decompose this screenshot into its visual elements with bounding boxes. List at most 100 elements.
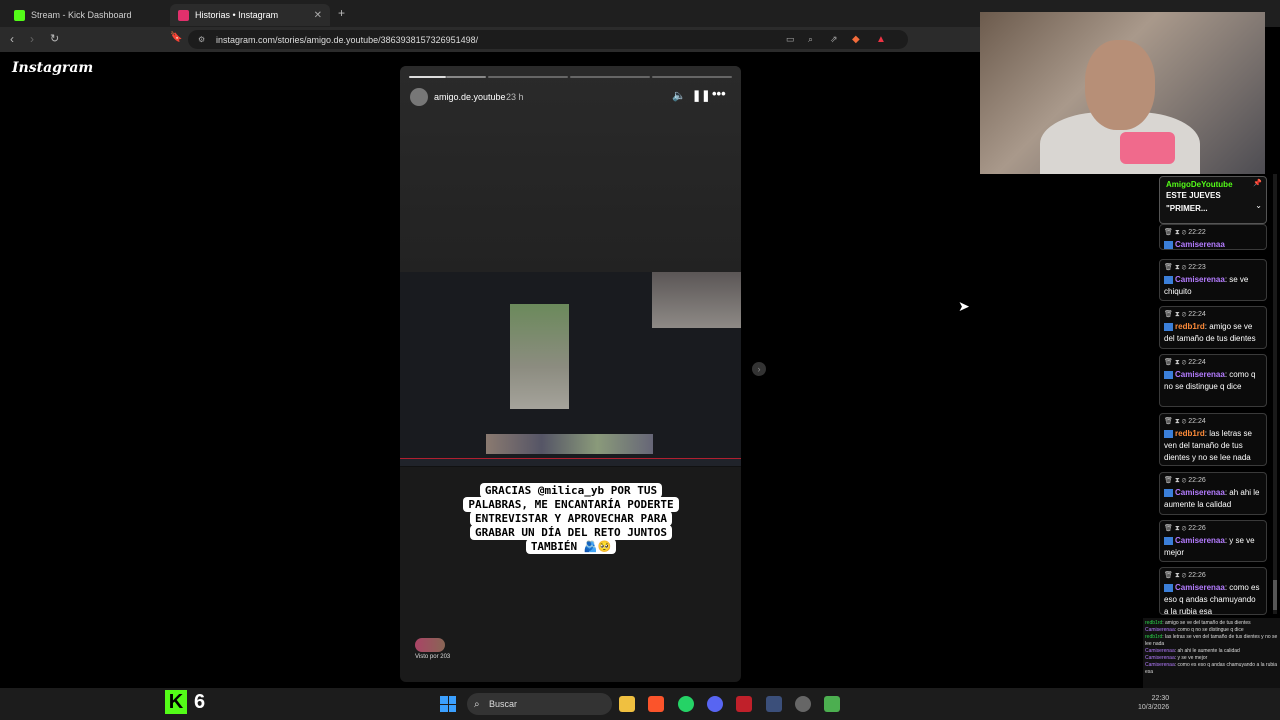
timeout-icon[interactable]: ⧗ bbox=[1175, 572, 1182, 579]
pinned-message[interactable]: AmigoDeYoutube ESTE JUEVES "PRIMER... 📌 … bbox=[1159, 176, 1267, 224]
brave-rewards-icon[interactable]: ▲ bbox=[876, 34, 886, 45]
tab-kick-dashboard[interactable]: Stream - Kick Dashboard bbox=[6, 4, 170, 26]
overlay-text: : ah ahi le aumente la calidad bbox=[1174, 648, 1240, 654]
chat-username[interactable]: redb1rd bbox=[1175, 322, 1205, 331]
timeout-icon[interactable]: ⧗ bbox=[1175, 311, 1182, 318]
chat-message[interactable]: 🗑 ⧗ ⊘ 22:23 Camiserenaa: se ve chiquito bbox=[1159, 259, 1267, 301]
close-tab-icon[interactable]: ✕ bbox=[314, 10, 322, 21]
search-icon: ⌕ bbox=[474, 698, 480, 710]
search-label: Buscar bbox=[489, 699, 518, 709]
tab-title: Stream - Kick Dashboard bbox=[31, 10, 132, 20]
site-info-icon[interactable]: ⚙ bbox=[198, 35, 205, 44]
chevron-down-icon[interactable]: ⌄ bbox=[1255, 201, 1262, 210]
chat-message-meta: 🗑 ⧗ ⊘ 22:24 bbox=[1164, 309, 1262, 321]
overlay-chat-line: Camiserenaa: ah ahi le aumente la calida… bbox=[1145, 648, 1278, 655]
chat-scrollbar[interactable] bbox=[1273, 174, 1277, 614]
address-bar[interactable]: ⚙ instagram.com/stories/amigo.de.youtube… bbox=[188, 30, 908, 49]
timeout-icon[interactable]: ⧗ bbox=[1175, 525, 1182, 532]
chat-username[interactable]: Camiserenaa bbox=[1175, 370, 1225, 379]
pinned-text: ESTE JUEVES "PRIMER... bbox=[1166, 191, 1221, 213]
avatar[interactable] bbox=[410, 88, 428, 106]
story-viewer[interactable]: amigo.de.youtube 23 h 🔈 ❚❚ ••• GRACIAS @… bbox=[400, 66, 741, 682]
delete-icon[interactable]: 🗑 bbox=[1164, 264, 1175, 271]
chat-message[interactable]: 🗑 ⧗ ⊘ 22:24 Camiserenaa: como q no se dis… bbox=[1159, 354, 1267, 407]
brave-shield-icon[interactable]: ◆ bbox=[852, 34, 860, 45]
chat-message[interactable]: 🗑 ⧗ ⊘ 22:24 redb1rd: amigo se ve del tama… bbox=[1159, 306, 1267, 349]
next-story-icon[interactable]: › bbox=[752, 362, 766, 376]
user-badge-icon bbox=[1164, 429, 1173, 438]
share-icon[interactable]: ⇗ bbox=[830, 34, 838, 45]
chat-message[interactable]: 🗑 ⧗ ⊘ 22:24 redb1rd: las letras se ven de… bbox=[1159, 413, 1267, 466]
screenshot-thumbnails bbox=[486, 434, 653, 454]
chat-message-meta: 🗑 ⧗ ⊘ 22:26 bbox=[1164, 570, 1262, 582]
chat-username[interactable]: Camiserenaa bbox=[1175, 488, 1225, 497]
timeout-icon[interactable]: ⧗ bbox=[1175, 418, 1182, 425]
story-caption: GRACIAS @milica_yb POR TUS PALABRAS, ME … bbox=[457, 483, 685, 554]
tab-instagram-stories[interactable]: Historias • Instagram ✕ bbox=[170, 4, 330, 26]
story-username[interactable]: amigo.de.youtube bbox=[434, 92, 506, 102]
chat-username[interactable]: redb1rd bbox=[1175, 429, 1205, 438]
delete-icon[interactable]: 🗑 bbox=[1164, 572, 1175, 579]
reload-icon[interactable]: ↻ bbox=[50, 32, 59, 45]
overlay-chat-line: Camiserenaa: como es eso q andas chamuya… bbox=[1145, 662, 1278, 676]
timeout-icon[interactable]: ⧗ bbox=[1175, 477, 1182, 484]
app-icon[interactable] bbox=[824, 696, 840, 712]
viewer-avatars[interactable] bbox=[415, 638, 445, 652]
chat-overlay: redb1rd: amigo se ve del tamaño de tus d… bbox=[1143, 618, 1280, 688]
chat-username[interactable]: Camiserenaa bbox=[1175, 275, 1225, 284]
instagram-page: Instagram amigo.de.youtube 23 h 🔈 ❚❚ •••… bbox=[0, 52, 1145, 688]
cast-icon[interactable]: ▭ bbox=[786, 34, 795, 45]
instagram-favicon-icon bbox=[178, 9, 189, 21]
delete-icon[interactable]: 🗑 bbox=[1164, 525, 1175, 532]
chat-message-meta: 🗑 ⧗ ⊘ 22:26 bbox=[1164, 475, 1262, 487]
windows-start-icon[interactable] bbox=[440, 696, 456, 712]
chat-message-meta: 🗑 ⧗ ⊘ 22:24 bbox=[1164, 357, 1262, 369]
chat-time: 22:26 bbox=[1188, 525, 1206, 532]
bookmark-icon[interactable]: 🔖 bbox=[170, 32, 182, 43]
screenshot-photo bbox=[510, 304, 569, 409]
new-tab-button[interactable]: + bbox=[338, 6, 345, 20]
timeout-icon[interactable]: ⧗ bbox=[1175, 264, 1182, 271]
viewers-count[interactable]: Visto por 203 bbox=[415, 654, 450, 660]
volume-icon[interactable]: 🔈 bbox=[672, 89, 686, 102]
brave-browser-icon[interactable] bbox=[648, 696, 664, 712]
whatsapp-icon[interactable] bbox=[678, 696, 694, 712]
delete-icon[interactable]: 🗑 bbox=[1164, 477, 1175, 484]
more-options-icon[interactable]: ••• bbox=[712, 86, 726, 101]
delete-icon[interactable]: 🗑 bbox=[1164, 311, 1175, 318]
taskbar-search[interactable]: ⌕ Buscar bbox=[467, 693, 612, 715]
overlay-chat-line: Camiserenaa: y se ve mejor bbox=[1145, 655, 1278, 662]
user-badge-icon bbox=[1164, 536, 1173, 545]
chat-message[interactable]: 🗑 ⧗ ⊘ 22:26 Camiserenaa: y se ve mejor bbox=[1159, 520, 1267, 562]
file-explorer-icon[interactable] bbox=[619, 696, 635, 712]
tab-title: Historias • Instagram bbox=[195, 10, 279, 20]
overlay-chat-line: redb1rd: amigo se ve del tamaño de tus d… bbox=[1145, 620, 1278, 627]
chat-message[interactable]: 🗑 ⧗ ⊘ 22:26 Camiserenaa: como es eso q an… bbox=[1159, 567, 1267, 616]
overlay-text: : las letras se ven del tamaño de tus di… bbox=[1145, 634, 1278, 647]
timeout-icon[interactable]: ⧗ bbox=[1175, 359, 1182, 366]
instagram-logo[interactable]: Instagram bbox=[12, 60, 93, 76]
chat-username[interactable]: Camiserenaa bbox=[1175, 240, 1225, 249]
system-clock[interactable]: 22:30 10/3/2026 bbox=[1138, 694, 1169, 712]
discord-icon[interactable] bbox=[707, 696, 723, 712]
zoom-icon[interactable]: ⌕ bbox=[808, 34, 813, 45]
pause-icon[interactable]: ❚❚ bbox=[692, 89, 710, 102]
app-icon[interactable] bbox=[766, 696, 782, 712]
forward-icon[interactable]: › bbox=[30, 32, 34, 46]
obs-icon[interactable] bbox=[795, 696, 811, 712]
chat-username[interactable]: Camiserenaa bbox=[1175, 536, 1225, 545]
chat-time: 22:26 bbox=[1188, 572, 1206, 579]
chat-scrollbar-thumb[interactable] bbox=[1273, 580, 1277, 610]
timeout-icon[interactable]: ⧗ bbox=[1175, 229, 1182, 236]
delete-icon[interactable]: 🗑 bbox=[1164, 418, 1175, 425]
delete-icon[interactable]: 🗑 bbox=[1164, 229, 1175, 236]
back-icon[interactable]: ‹ bbox=[10, 32, 14, 46]
delete-icon[interactable]: 🗑 bbox=[1164, 359, 1175, 366]
chat-message[interactable]: 🗑 ⧗ ⊘ 22:22 Camiserenaa bbox=[1159, 224, 1267, 250]
chat-time: 22:24 bbox=[1188, 359, 1206, 366]
overlay-username: Camiserenaa bbox=[1145, 648, 1175, 654]
chat-username[interactable]: Camiserenaa bbox=[1175, 583, 1225, 592]
app-icon[interactable] bbox=[736, 696, 752, 712]
chat-message[interactable]: 🗑 ⧗ ⊘ 22:26 Camiserenaa: ah ahi le aument… bbox=[1159, 472, 1267, 515]
user-badge-icon bbox=[1164, 322, 1173, 331]
